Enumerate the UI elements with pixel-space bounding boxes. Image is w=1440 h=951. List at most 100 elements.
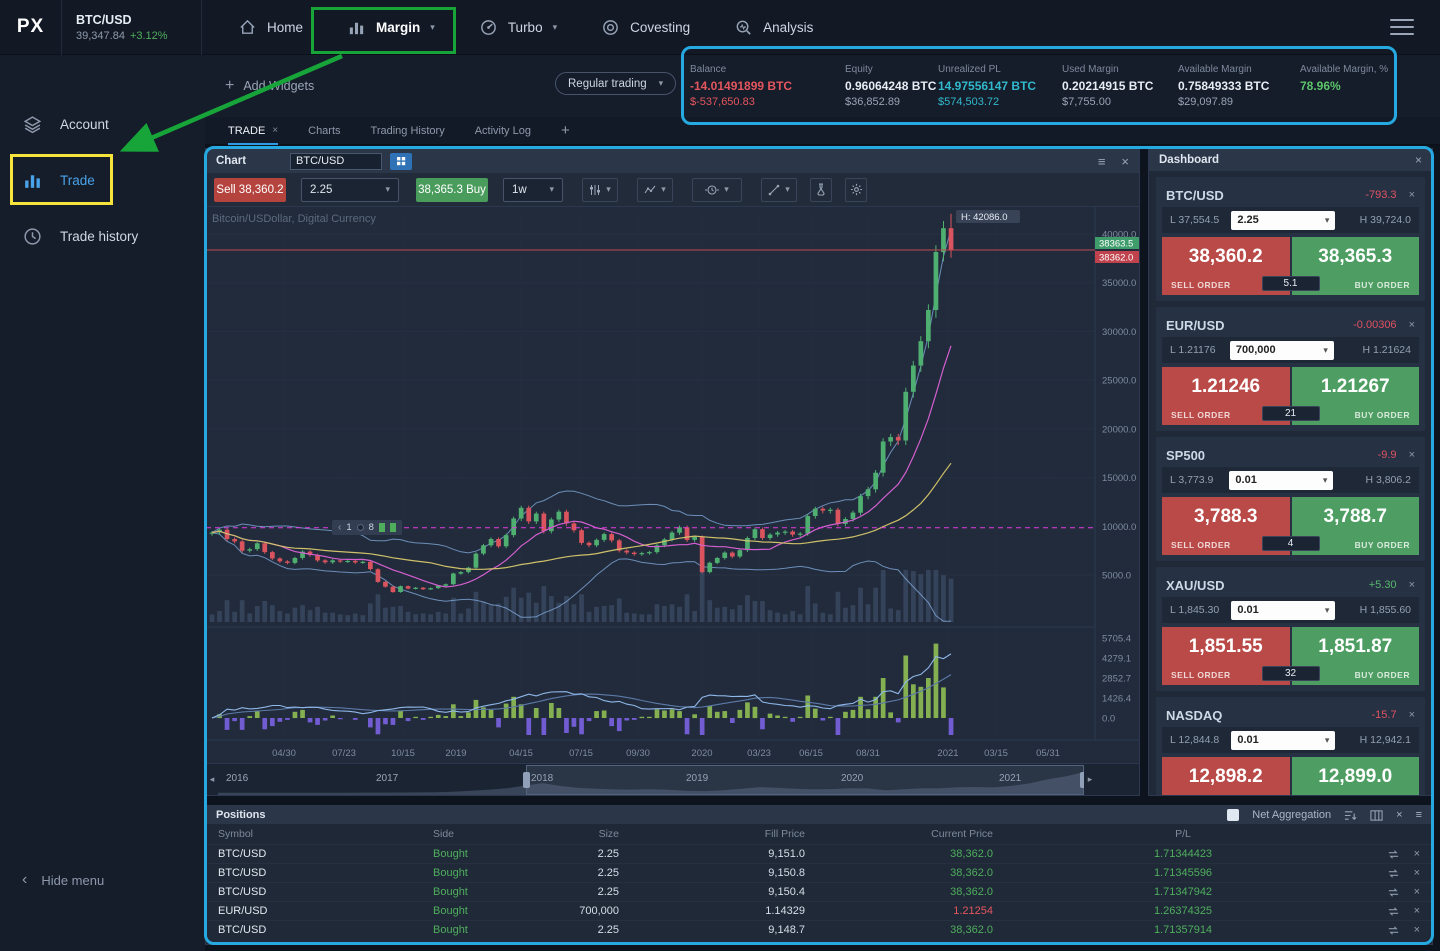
lab-button[interactable] [810,177,832,202]
timeframe-select[interactable]: 1w ▾ [503,177,563,202]
close-icon[interactable]: × [1396,809,1402,821]
sell-order-tile[interactable]: 12,898.2 SELL ORDER [1162,757,1290,795]
add-tab-button[interactable]: + [561,122,570,139]
scrub-track[interactable]: 2016 2017 2018 2019 2020 2021 [218,764,1084,796]
position-row[interactable]: BTC/USD Bought 2.25 9,148.7 38,362.0 1.7… [206,920,1432,939]
workspace: Chart ≡ × Sell 38,360.2 2.25 ▾ [205,145,1440,951]
reverse-icon[interactable] [1387,848,1400,861]
reverse-icon[interactable] [1387,924,1400,937]
chevron-down-icon: ▾ [430,21,435,32]
panel-close-icon[interactable]: × [1121,154,1129,169]
close-icon[interactable]: × [1409,579,1415,591]
svg-text:30000.0: 30000.0 [1102,327,1136,338]
tab-activity-log[interactable]: Activity Log [475,117,531,145]
settings-button[interactable] [845,177,867,202]
hide-menu-button[interactable]: ‹ Hide menu [22,871,104,889]
topbar-ticker[interactable]: BTC/USD 39,347.84 +3.12% [62,0,202,55]
chart-layout-button[interactable] [390,152,413,170]
scrub-left-arrow[interactable]: ◂ [206,764,218,795]
instrument-card-btcusd: BTC/USD -793.3 × L 37,554.5 2.25 ▾ H 39,7… [1156,177,1425,301]
card-change: -0.00306 [1353,319,1397,331]
close-position-icon[interactable]: × [1414,905,1420,917]
spread-badge: 32 [1261,666,1320,681]
workspace-tabs: TRADE × Charts Trading History Activity … [205,117,1440,145]
topbar: PX BTC/USD 39,347.84 +3.12% Home Margin ▾… [0,0,1440,55]
panel-close-icon[interactable]: × [1415,153,1422,167]
nav-margin[interactable]: Margin ▾ [325,0,457,55]
card-qty-select[interactable]: 2.25 ▾ [1231,210,1336,230]
close-icon[interactable]: × [272,125,278,136]
scrub-handle-left[interactable] [523,772,530,788]
net-aggregation-checkbox[interactable] [1227,809,1240,821]
drawing-tool-select[interactable]: ▾ [761,177,797,202]
chart-symbol-input[interactable] [290,152,383,170]
card-high: H 39,724.0 [1359,214,1411,226]
indicators-select[interactable]: ▾ [637,177,673,202]
close-icon[interactable]: × [1409,319,1415,331]
logo[interactable]: PX [0,0,62,55]
close-position-icon[interactable]: × [1414,924,1420,936]
chevron-left-icon: ‹ [338,522,342,533]
chart-panel: Chart ≡ × Sell 38,360.2 2.25 ▾ [205,148,1140,796]
tab-trade[interactable]: TRADE × [228,117,278,145]
tab-trading-history[interactable]: Trading History [371,117,445,145]
buy-order-tile[interactable]: 12,899.0 BUY ORDER [1291,757,1419,795]
reverse-icon[interactable] [1387,905,1400,918]
position-row[interactable]: BTC/USD Bought 2.25 9,150.4 38,362.0 1.7… [206,882,1432,901]
nav-home[interactable]: Home [216,0,325,55]
close-position-icon[interactable]: × [1414,867,1420,879]
instrument-card-nasdaq: NASDAQ -15.7 × L 12,844.8 0.01 ▾ H 12,942… [1156,697,1425,795]
sort-icon[interactable] [1344,809,1357,822]
close-icon[interactable]: × [1409,449,1415,461]
card-qty-select[interactable]: 0.01 ▾ [1229,470,1334,490]
menu-icon[interactable] [1390,19,1414,35]
chevron-down-icon: ▾ [606,184,611,194]
columns-icon[interactable] [1370,809,1383,822]
sidebar-item-trade-history[interactable]: Trade history [0,214,205,258]
buy-button[interactable]: 38,365.3 Buy [416,177,488,202]
scrub-selection[interactable] [523,765,1084,795]
nav-analysis[interactable]: Analysis [712,0,835,55]
card-low: L 3,773.9 [1170,474,1214,486]
spread-badge: 5.1 [1261,276,1320,291]
add-widgets-button[interactable]: + Add Widgets [225,77,314,95]
sell-button[interactable]: Sell 38,360.2 [214,177,286,202]
quantity-select[interactable]: 2.25 ▾ [301,177,399,202]
card-high: H 1.21624 [1362,344,1411,356]
card-low: L 1.21176 [1170,344,1216,356]
panel-menu-icon[interactable]: ≡ [1098,154,1106,169]
trading-mode-select[interactable]: Regular trading ▾ [555,72,677,95]
svg-text:06/15: 06/15 [799,748,823,759]
position-row[interactable]: BTC/USD Bought 2.25 9,151.0 38,362.0 1.7… [206,844,1432,863]
sidebar-item-account[interactable]: Account [0,102,205,146]
svg-text:08/31: 08/31 [856,748,880,759]
clock-icon [24,227,41,245]
price-chart[interactable]: 40000.035000.030000.025000.020000.015000… [206,207,1139,763]
scrub-right-arrow[interactable]: ▸ [1084,764,1096,795]
reverse-icon[interactable] [1387,867,1400,880]
time-settings-select[interactable]: ▾ [692,177,742,202]
nav-turbo[interactable]: Turbo ▾ [457,0,579,55]
tab-charts[interactable]: Charts [308,117,340,145]
nav-covesting[interactable]: Covesting [579,0,712,55]
chart-style-select[interactable]: ▾ [582,177,618,202]
card-qty-select[interactable]: 700,000 ▾ [1229,340,1334,360]
instrument-card-sp500: SP500 -9.9 × L 3,773.9 0.01 ▾ H 3,806.2 3… [1156,437,1425,561]
position-row[interactable]: BTC/USD Bought 2.25 9,150.8 38,362.0 1.7… [206,863,1432,882]
close-position-icon[interactable]: × [1414,886,1420,898]
close-position-icon[interactable]: × [1414,848,1420,860]
main-area: + Add Widgets Regular trading ▾ Balance … [205,55,1440,951]
close-icon[interactable]: × [1409,709,1415,721]
ticker-price: 39,347.84 [76,29,125,42]
card-qty-select[interactable]: 0.01 ▾ [1231,730,1336,750]
position-row[interactable]: EUR/USD Bought 700,000 1.14329 1.21254 1… [206,901,1432,920]
menu-icon[interactable]: ≡ [1416,809,1422,821]
reverse-icon[interactable] [1387,886,1400,899]
ticker-symbol: BTC/USD [76,12,132,27]
close-icon[interactable]: × [1409,189,1415,201]
sidebar-item-trade[interactable]: Trade [0,158,205,202]
covesting-icon [603,19,618,35]
alert-line-badge[interactable]: ‹ 1 8 [332,520,402,535]
card-qty-select[interactable]: 0.01 ▾ [1231,600,1336,620]
svg-text:07/15: 07/15 [569,748,593,759]
